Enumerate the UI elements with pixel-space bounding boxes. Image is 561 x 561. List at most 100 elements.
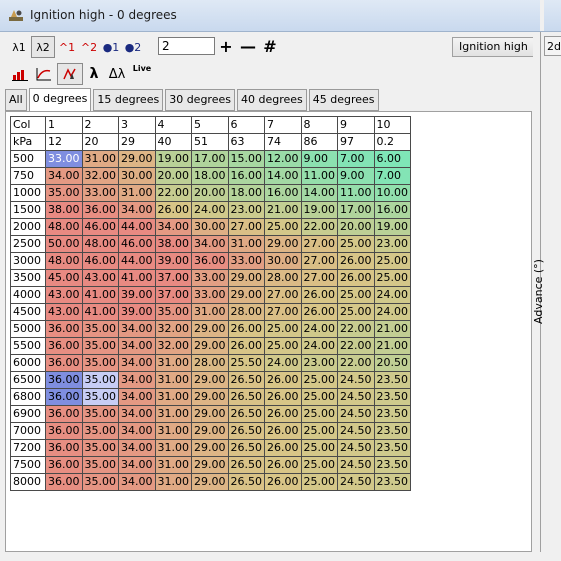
map-cell[interactable]: 32.00 (154, 320, 192, 338)
map-cell[interactable]: 33.00 (191, 269, 229, 287)
rpm-value[interactable]: 2500 (10, 235, 46, 253)
map-cell[interactable]: 38.00 (154, 235, 192, 253)
map-cell[interactable]: 35.00 (81, 388, 119, 406)
rpm-value[interactable]: 3500 (10, 269, 46, 287)
map-cell[interactable]: 22.00 (337, 320, 375, 338)
map-cell[interactable]: 24.00 (300, 320, 338, 338)
map-cell[interactable]: 28.00 (264, 269, 302, 287)
map-cell[interactable]: 48.00 (45, 218, 83, 236)
map-cell[interactable]: 22.00 (337, 337, 375, 355)
map-cell[interactable]: 23.50 (373, 422, 411, 440)
map-cell[interactable]: 16.00 (373, 201, 411, 219)
kpa-value[interactable]: 97 (337, 133, 375, 151)
rpm-value[interactable]: 2000 (10, 218, 46, 236)
map-cell[interactable]: 23.50 (373, 456, 411, 474)
map-cell[interactable]: 35.00 (81, 456, 119, 474)
map-cell[interactable]: 26.00 (337, 252, 375, 270)
map-cell[interactable]: 31.00 (154, 422, 192, 440)
map-cell[interactable]: 36.00 (45, 405, 83, 423)
map-cell[interactable]: 9.00 (337, 167, 375, 185)
curve-graph-button[interactable] (33, 64, 55, 84)
map-cell[interactable]: 31.00 (154, 456, 192, 474)
map-cell[interactable]: 7.00 (373, 167, 411, 185)
map-cell[interactable]: 43.00 (45, 286, 83, 304)
map-cell[interactable]: 17.00 (337, 201, 375, 219)
map-cell[interactable]: 15.00 (227, 150, 265, 168)
decrease-button[interactable]: — (239, 36, 257, 56)
kpa-value[interactable]: 51 (191, 133, 229, 151)
kpa-value[interactable]: 74 (264, 133, 302, 151)
rpm-value[interactable]: 7000 (10, 422, 46, 440)
map-cell[interactable]: 26.50 (227, 388, 265, 406)
map-cell[interactable]: 29.00 (227, 269, 265, 287)
map-cell[interactable]: 22.00 (300, 218, 338, 236)
map-cell[interactable]: 41.00 (81, 303, 119, 321)
map-cell[interactable]: 24.00 (373, 303, 411, 321)
map-cell[interactable]: 9.00 (300, 150, 338, 168)
increase-button[interactable]: + (217, 36, 235, 56)
map-cell[interactable]: 22.00 (337, 354, 375, 372)
map-cell[interactable]: 29.00 (191, 388, 229, 406)
map-cell[interactable]: 38.00 (45, 201, 83, 219)
map-cell[interactable]: 36.00 (45, 354, 83, 372)
map-cell[interactable]: 26.00 (337, 269, 375, 287)
map-cell[interactable]: 26.00 (264, 405, 302, 423)
map-cell[interactable]: 25.00 (373, 269, 411, 287)
rpm-value[interactable]: 8000 (10, 473, 46, 491)
map-cell[interactable]: 29.00 (264, 235, 302, 253)
live-button[interactable]: Live (131, 64, 153, 84)
lambda-1-button[interactable]: λ1 (9, 37, 29, 57)
map-cell[interactable]: 16.00 (227, 167, 265, 185)
map-cell[interactable]: 10.00 (373, 184, 411, 202)
rpm-value[interactable]: 6500 (10, 371, 46, 389)
map-cell[interactable]: 23.00 (227, 201, 265, 219)
map-cell[interactable]: 25.00 (337, 303, 375, 321)
map-cell[interactable]: 31.00 (154, 388, 192, 406)
map-cell[interactable]: 36.00 (191, 252, 229, 270)
map-cell[interactable]: 24.00 (373, 286, 411, 304)
map-cell[interactable]: 25.00 (264, 320, 302, 338)
map-cell[interactable]: 21.00 (264, 201, 302, 219)
map-cell[interactable]: 44.00 (118, 218, 156, 236)
map-cell[interactable]: 26.00 (264, 456, 302, 474)
map-cell[interactable]: 34.00 (45, 167, 83, 185)
map-cell[interactable]: 29.00 (191, 371, 229, 389)
map-cell[interactable]: 24.50 (337, 439, 375, 457)
map-cell[interactable]: 43.00 (81, 269, 119, 287)
rpm-value[interactable]: 1500 (10, 201, 46, 219)
map-cell[interactable]: 36.00 (45, 320, 83, 338)
rpm-value[interactable]: 3000 (10, 252, 46, 270)
map-cell[interactable]: 34.00 (118, 371, 156, 389)
tab-30-degrees[interactable]: 30 degrees (165, 89, 235, 111)
map-cell[interactable]: 23.50 (373, 473, 411, 491)
map-cell[interactable]: 14.00 (264, 167, 302, 185)
map-cell[interactable]: 23.50 (373, 405, 411, 423)
map-cell[interactable]: 19.00 (154, 150, 192, 168)
map-cell[interactable]: 23.50 (373, 388, 411, 406)
tab-all[interactable]: All (5, 89, 27, 111)
map-cell[interactable]: 34.00 (118, 354, 156, 372)
map-cell[interactable]: 35.00 (81, 337, 119, 355)
map-cell[interactable]: 37.00 (154, 269, 192, 287)
map-cell[interactable]: 14.00 (300, 184, 338, 202)
map-cell[interactable]: 31.00 (118, 184, 156, 202)
map-cell[interactable]: 26.00 (154, 201, 192, 219)
map-cell[interactable]: 31.00 (154, 439, 192, 457)
map-cell[interactable]: 35.00 (81, 439, 119, 457)
map-cell[interactable]: 35.00 (81, 371, 119, 389)
map-select[interactable]: Ignition high (452, 37, 537, 57)
kpa-value[interactable]: 29 (118, 133, 156, 151)
map-cell[interactable]: 25.00 (337, 286, 375, 304)
kpa-value[interactable]: 12 (45, 133, 83, 151)
map-cell[interactable]: 7.00 (337, 150, 375, 168)
map-cell[interactable]: 29.00 (227, 286, 265, 304)
map-cell[interactable]: 37.00 (154, 286, 192, 304)
map-cell[interactable]: 25.00 (264, 218, 302, 236)
lambda-2-button[interactable]: λ2 (31, 36, 55, 58)
map-cell[interactable]: 33.00 (81, 184, 119, 202)
map-cell[interactable]: 39.00 (118, 286, 156, 304)
map-cell[interactable]: 35.00 (45, 184, 83, 202)
map-cell[interactable]: 31.00 (154, 405, 192, 423)
map-cell[interactable]: 26.00 (227, 320, 265, 338)
map-cell[interactable]: 30.00 (264, 252, 302, 270)
